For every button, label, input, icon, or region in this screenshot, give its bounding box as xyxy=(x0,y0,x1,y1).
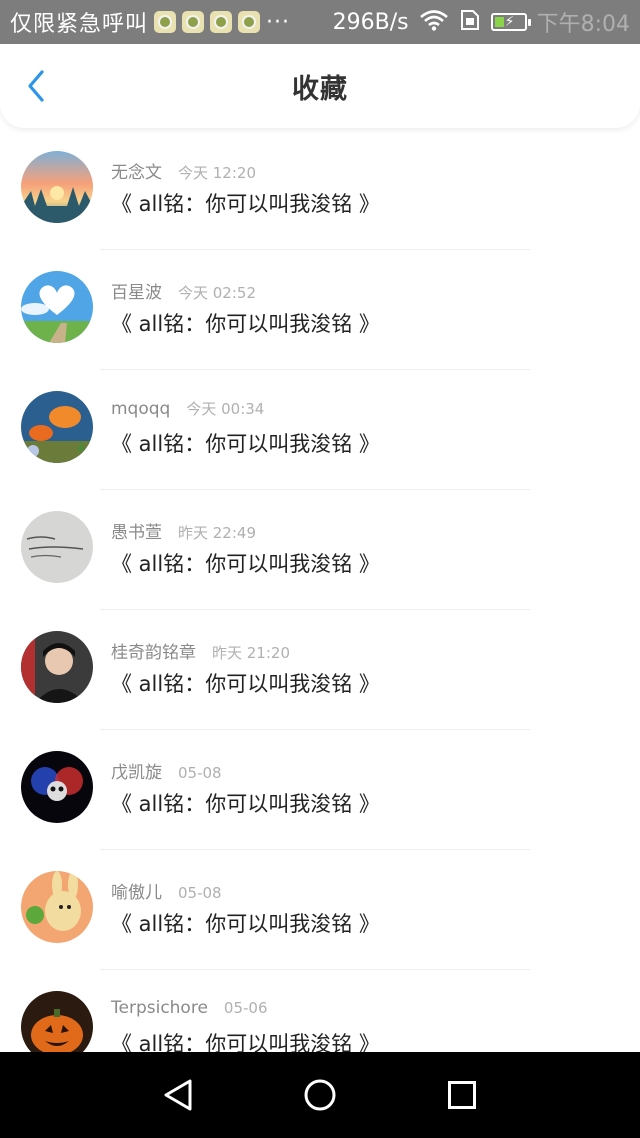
message-text: 《 all铭：你可以叫我浚铭 》 xyxy=(111,912,380,936)
app-notification-icon xyxy=(182,11,205,33)
message-text: 《 all铭：你可以叫我浚铭 》 xyxy=(111,792,380,816)
network-speed: 296B/s xyxy=(332,9,409,35)
avatar[interactable] xyxy=(21,991,93,1052)
carrier-text: 仅限紧急呼叫 xyxy=(10,12,149,37)
list-item[interactable]: 百星波 今天 02:52 《 all铭：你可以叫我浚铭 》 xyxy=(0,250,640,370)
avatar[interactable] xyxy=(21,631,93,703)
timestamp: 昨天 21:20 xyxy=(212,644,290,662)
square-recents-icon xyxy=(448,1081,476,1109)
app-notification-icon xyxy=(210,11,233,33)
timestamp: 昨天 22:49 xyxy=(178,524,256,542)
avatar[interactable] xyxy=(21,151,93,223)
avatar[interactable] xyxy=(21,751,93,823)
system-nav-bar xyxy=(0,1052,640,1138)
list-item[interactable]: 戊凯旋 05-08 《 all铭：你可以叫我浚铭 》 xyxy=(0,730,640,850)
chevron-left-icon xyxy=(28,70,44,102)
timestamp: 今天 02:52 xyxy=(178,284,256,302)
list-item[interactable]: 愚书萱 昨天 22:49 《 all铭：你可以叫我浚铭 》 xyxy=(0,490,640,610)
avatar[interactable] xyxy=(21,391,93,463)
timestamp: 05-06 xyxy=(223,999,268,1017)
message-text: 《 all铭：你可以叫我浚铭 》 xyxy=(111,552,380,576)
avatar[interactable] xyxy=(21,271,93,343)
list-item[interactable]: 喻傲儿 05-08 《 all铭：你可以叫我浚铭 》 xyxy=(0,850,640,970)
circle-home-icon xyxy=(304,1079,336,1111)
status-bar: 仅限紧急呼叫 ··· 296B/s ⚡ 下午8:04 xyxy=(0,0,640,44)
nav-recents-button[interactable] xyxy=(391,1052,533,1138)
avatar[interactable] xyxy=(21,511,93,583)
page-title: 收藏 xyxy=(292,73,348,105)
message-text: 《 all铭：你可以叫我浚铭 》 xyxy=(111,312,380,336)
clock: 下午8:04 xyxy=(536,12,630,37)
user-name: Terpsichore xyxy=(111,998,208,1018)
avatar[interactable] xyxy=(21,871,93,943)
wifi-icon xyxy=(419,9,449,35)
message-text: 《 all铭：你可以叫我浚铭 》 xyxy=(111,672,380,696)
nav-back-button[interactable] xyxy=(107,1052,249,1138)
message-text: 《 all铭：你可以叫我浚铭 》 xyxy=(111,1032,380,1052)
favorites-list: 无念文 今天 12:20 《 all铭：你可以叫我浚铭 》 百星波 今天 02:… xyxy=(0,130,640,1052)
user-name: 无念文 xyxy=(111,163,162,183)
app-notification-icon xyxy=(238,11,261,33)
app-notification-icon xyxy=(154,11,177,33)
list-item[interactable]: mqoqq 今天 00:34 《 all铭：你可以叫我浚铭 》 xyxy=(0,370,640,490)
overflow-indicator: ··· xyxy=(266,9,290,35)
timestamp: 05-08 xyxy=(178,764,222,782)
nav-home-button[interactable] xyxy=(249,1052,391,1138)
user-name: mqoqq xyxy=(111,399,171,419)
user-name: 桂奇韵铭章 xyxy=(111,643,196,663)
list-item[interactable]: Terpsichore 05-06 《 all铭：你可以叫我浚铭 》 xyxy=(0,970,640,1052)
timestamp: 今天 00:34 xyxy=(186,400,265,418)
user-name: 愚书萱 xyxy=(111,523,162,543)
triangle-back-icon xyxy=(164,1079,192,1111)
list-item[interactable]: 桂奇韵铭章 昨天 21:20 《 all铭：你可以叫我浚铭 》 xyxy=(0,610,640,730)
battery-charging-icon: ⚡ xyxy=(490,13,531,31)
user-name: 戊凯旋 xyxy=(111,763,162,783)
user-name: 喻傲儿 xyxy=(111,883,162,903)
list-item[interactable]: 无念文 今天 12:20 《 all铭：你可以叫我浚铭 》 xyxy=(0,130,640,250)
app-header: 收藏 xyxy=(0,44,640,128)
message-text: 《 all铭：你可以叫我浚铭 》 xyxy=(111,432,380,456)
user-name: 百星波 xyxy=(111,283,162,303)
timestamp: 05-08 xyxy=(178,884,222,902)
timestamp: 今天 12:20 xyxy=(178,164,256,182)
sim-icon xyxy=(459,9,481,35)
message-text: 《 all铭：你可以叫我浚铭 》 xyxy=(111,192,380,216)
back-button[interactable] xyxy=(16,66,56,106)
